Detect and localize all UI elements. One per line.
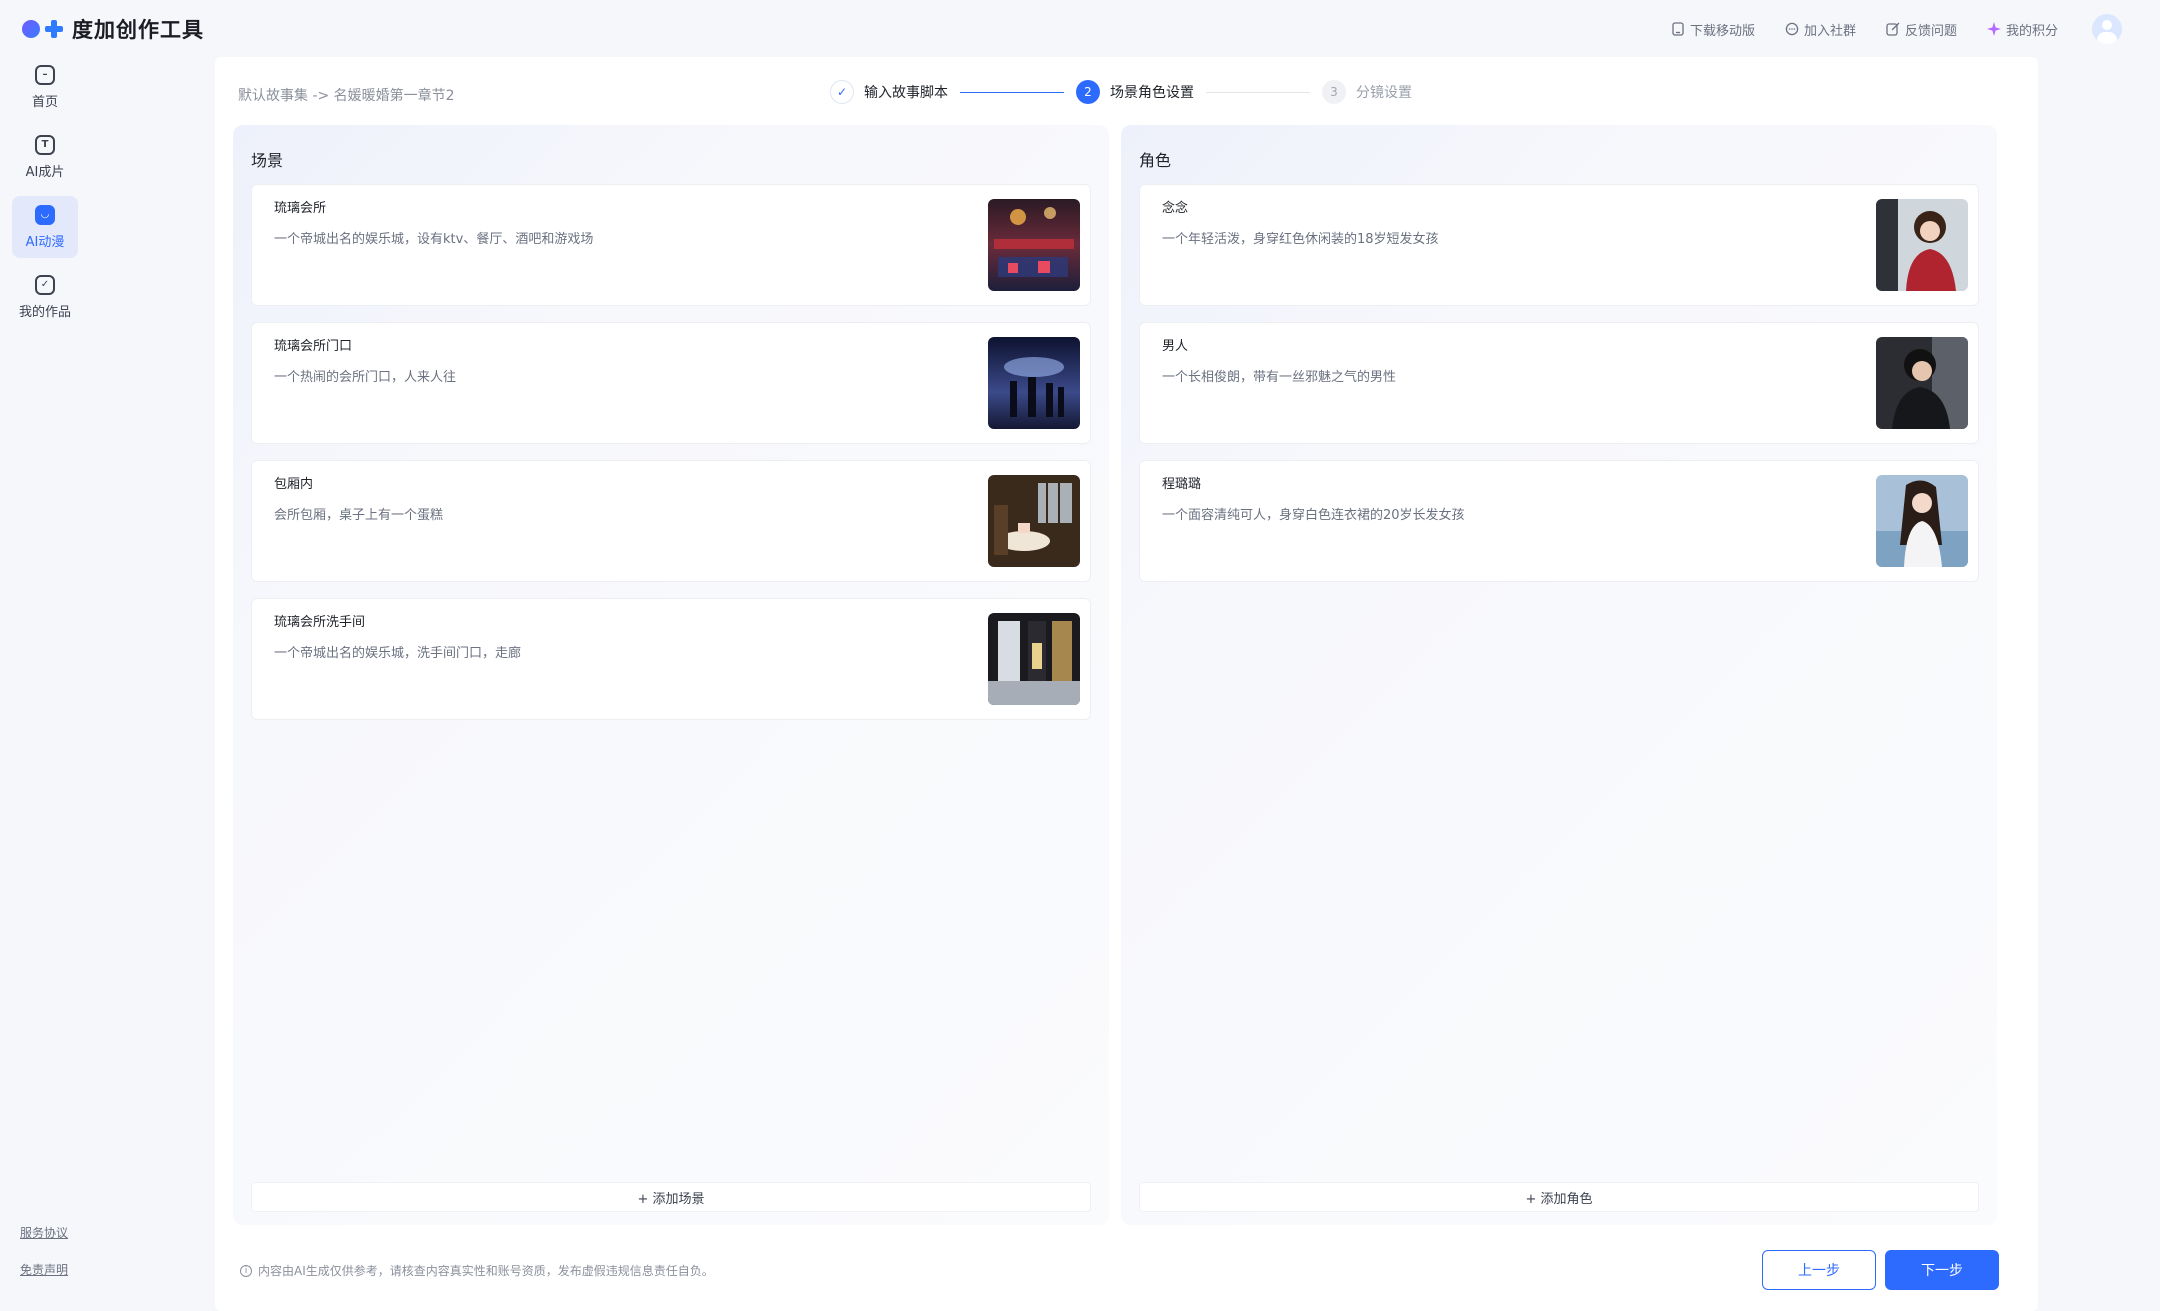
logo-plus-icon bbox=[44, 19, 64, 39]
scene-card[interactable]: 包厢内 会所包厢，桌子上有一个蛋糕 bbox=[251, 460, 1091, 582]
next-step-button[interactable]: 下一步 bbox=[1885, 1250, 1999, 1290]
check-box-icon: ✓ bbox=[35, 274, 55, 295]
roles-title: 角色 bbox=[1139, 151, 1172, 170]
scene-thumbnail[interactable] bbox=[988, 337, 1080, 429]
download-mobile-label: 下载移动版 bbox=[1689, 23, 1755, 39]
sidebar-item-ai-anime[interactable]: ◡ AI动漫 bbox=[12, 196, 78, 258]
step-number: 3 bbox=[1322, 80, 1346, 104]
my-points-link[interactable]: 我的积分 bbox=[1986, 20, 2058, 39]
step-connector bbox=[960, 91, 1064, 93]
app-logo[interactable]: 度加创作工具 bbox=[22, 14, 204, 44]
sidebar-item-my-works[interactable]: ✓ 我的作品 bbox=[12, 266, 78, 328]
scene-list: 琉璃会所 一个帝城出名的娱乐城，设有ktv、餐厅、酒吧和游戏场 琉璃会所门口 一… bbox=[251, 184, 1091, 736]
role-desc: 一个长相俊朗，带有一丝邪魅之气的男性 bbox=[1162, 370, 1397, 385]
role-name: 男人 bbox=[1162, 339, 1189, 354]
scene-name: 琉璃会所洗手间 bbox=[274, 615, 366, 630]
scene-card[interactable]: 琉璃会所门口 一个热闹的会所门口，人来人往 bbox=[251, 322, 1091, 444]
home-icon: – bbox=[35, 64, 55, 85]
step-label: 场景角色设置 bbox=[1110, 85, 1194, 101]
check-icon: ✓ bbox=[830, 80, 854, 104]
sidebar: – 首页 T AI成片 ◡ AI动漫 ✓ 我的作品 bbox=[12, 56, 78, 336]
scene-desc: 一个热闹的会所门口，人来人往 bbox=[274, 370, 457, 385]
service-agreement-link[interactable]: 服务协议 bbox=[20, 1224, 68, 1241]
text-t-icon: T bbox=[35, 134, 55, 155]
scenes-panel: 场景 琉璃会所 一个帝城出名的娱乐城，设有ktv、餐厅、酒吧和游戏场 琉璃会所门… bbox=[233, 125, 1109, 1225]
scene-thumbnail[interactable] bbox=[988, 613, 1080, 705]
top-actions: 下载移动版 加入社群 反馈问题 我的积分 bbox=[1671, 14, 2122, 44]
step-connector bbox=[1206, 91, 1310, 93]
role-card[interactable]: 男人 一个长相俊朗，带有一丝邪魅之气的男性 bbox=[1139, 322, 1979, 444]
my-points-label: 我的积分 bbox=[2005, 23, 2058, 39]
scene-name: 包厢内 bbox=[274, 477, 314, 492]
step-label: 输入故事脚本 bbox=[864, 85, 948, 101]
role-thumbnail[interactable] bbox=[1876, 199, 1968, 291]
scene-card[interactable]: 琉璃会所 一个帝城出名的娱乐城，设有ktv、餐厅、酒吧和游戏场 bbox=[251, 184, 1091, 306]
role-card[interactable]: 念念 一个年轻活泼，身穿红色休闲装的18岁短发女孩 bbox=[1139, 184, 1979, 306]
top-bar: 度加创作工具 下载移动版 加入社群 反馈问题 我的积分 bbox=[0, 0, 2160, 56]
join-community-label: 加入社群 bbox=[1803, 23, 1856, 39]
step-label: 分镜设置 bbox=[1356, 85, 1412, 101]
add-role-button[interactable]: + 添加角色 bbox=[1139, 1182, 1979, 1212]
edit-icon bbox=[1886, 22, 1900, 36]
scene-desc: 一个帝城出名的娱乐城，洗手间门口，走廊 bbox=[274, 646, 522, 661]
user-avatar[interactable] bbox=[2092, 14, 2122, 44]
role-thumbnail[interactable] bbox=[1876, 337, 1968, 429]
logo-dot-icon bbox=[22, 20, 40, 38]
scene-thumbnail[interactable] bbox=[988, 199, 1080, 291]
step-number: 2 bbox=[1076, 80, 1100, 104]
add-scene-button[interactable]: + 添加场景 bbox=[251, 1182, 1091, 1212]
step-2[interactable]: 2 场景角色设置 bbox=[1076, 80, 1194, 104]
sidebar-item-home[interactable]: – 首页 bbox=[12, 56, 78, 118]
sidebar-item-label: 我的作品 bbox=[18, 304, 71, 320]
info-icon: i bbox=[240, 1264, 252, 1277]
role-desc: 一个面容清纯可人，身穿白色连衣裙的20岁长发女孩 bbox=[1162, 508, 1465, 523]
mobile-icon bbox=[1671, 22, 1685, 36]
ai-disclaimer: i 内容由AI生成仅供参考，请核查内容真实性和账号资质，发布虚假违规信息责任自负… bbox=[240, 1262, 714, 1279]
role-desc: 一个年轻活泼，身穿红色休闲装的18岁短发女孩 bbox=[1162, 232, 1439, 247]
role-list: 念念 一个年轻活泼，身穿红色休闲装的18岁短发女孩 男人 一个长相俊朗，带有一丝… bbox=[1139, 184, 1979, 598]
anime-icon: ◡ bbox=[35, 204, 55, 225]
scene-name: 琉璃会所 bbox=[274, 201, 327, 216]
sidebar-links: 服务协议 免责声明 bbox=[20, 1224, 68, 1298]
download-mobile-link[interactable]: 下载移动版 bbox=[1671, 20, 1755, 39]
scene-card[interactable]: 琉璃会所洗手间 一个帝城出名的娱乐城，洗手间门口，走廊 bbox=[251, 598, 1091, 720]
join-community-link[interactable]: 加入社群 bbox=[1785, 20, 1856, 39]
sidebar-item-ai-video[interactable]: T AI成片 bbox=[12, 126, 78, 188]
prev-step-button[interactable]: 上一步 bbox=[1762, 1250, 1876, 1290]
ai-disclaimer-text: 内容由AI生成仅供参考，请核查内容真实性和账号资质，发布虚假违规信息责任自负。 bbox=[258, 1264, 714, 1278]
disclaimer-link[interactable]: 免责声明 bbox=[20, 1261, 68, 1278]
sidebar-item-label: 首页 bbox=[31, 94, 58, 110]
sidebar-item-label: AI动漫 bbox=[25, 234, 65, 250]
breadcrumb: 默认故事集 -> 名媛暖婚第一章节2 bbox=[238, 88, 455, 104]
scene-desc: 会所包厢，桌子上有一个蛋糕 bbox=[274, 508, 444, 523]
main-card: 默认故事集 -> 名媛暖婚第一章节2 ✓ 输入故事脚本 2 场景角色设置 3 分… bbox=[215, 57, 2038, 1311]
logo-text: 度加创作工具 bbox=[72, 18, 204, 42]
chat-icon bbox=[1785, 22, 1799, 36]
scene-desc: 一个帝城出名的娱乐城，设有ktv、餐厅、酒吧和游戏场 bbox=[274, 232, 594, 247]
scenes-title: 场景 bbox=[251, 151, 284, 170]
feedback-label: 反馈问题 bbox=[1904, 23, 1957, 39]
scene-thumbnail[interactable] bbox=[988, 475, 1080, 567]
scene-name: 琉璃会所门口 bbox=[274, 339, 353, 354]
role-name: 程璐璐 bbox=[1162, 477, 1202, 492]
step-3[interactable]: 3 分镜设置 bbox=[1322, 80, 1412, 104]
sparkle-icon bbox=[1986, 22, 2001, 36]
roles-panel: 角色 念念 一个年轻活泼，身穿红色休闲装的18岁短发女孩 男人 一个长相俊朗，带… bbox=[1121, 125, 1997, 1225]
feedback-link[interactable]: 反馈问题 bbox=[1886, 20, 1957, 39]
role-name: 念念 bbox=[1162, 201, 1189, 216]
role-thumbnail[interactable] bbox=[1876, 475, 1968, 567]
step-1[interactable]: ✓ 输入故事脚本 bbox=[830, 80, 948, 104]
sidebar-item-label: AI成片 bbox=[25, 164, 65, 180]
step-indicator: ✓ 输入故事脚本 2 场景角色设置 3 分镜设置 bbox=[830, 80, 1412, 104]
role-card[interactable]: 程璐璐 一个面容清纯可人，身穿白色连衣裙的20岁长发女孩 bbox=[1139, 460, 1979, 582]
